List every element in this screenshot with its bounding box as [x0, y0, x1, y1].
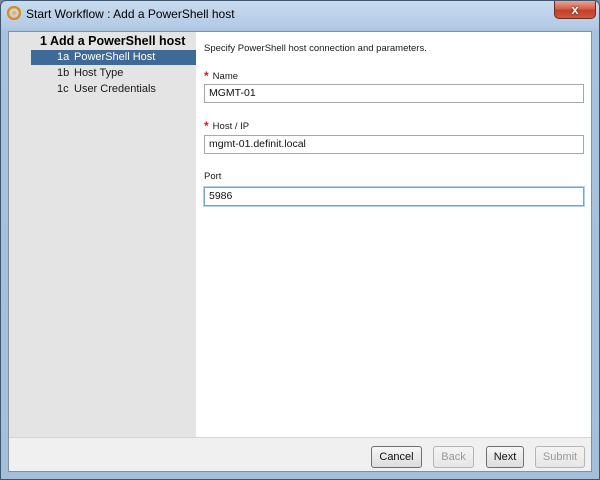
- step-number: 1a: [57, 51, 70, 63]
- form-panel: Specify PowerShell host connection and p…: [196, 32, 591, 437]
- required-asterisk-icon: *: [204, 119, 209, 133]
- dialog-client-area: 1 Add a PowerShell host 1a PowerShell Ho…: [8, 31, 592, 472]
- step-label: PowerShell Host: [74, 51, 156, 63]
- host-ip-label: * Host / IP: [204, 118, 250, 133]
- close-icon: x: [571, 2, 579, 17]
- orchestrator-icon: [6, 5, 22, 21]
- instruction-text: Specify PowerShell host connection and p…: [204, 43, 427, 54]
- host-ip-field[interactable]: mgmt-01.definit.local: [204, 135, 584, 154]
- window-title: Start Workflow : Add a PowerShell host: [26, 7, 235, 21]
- name-label: * Name: [204, 68, 239, 83]
- step-navigation-panel: 1 Add a PowerShell host 1a PowerShell Ho…: [9, 32, 196, 437]
- step-label: Host Type: [74, 67, 124, 79]
- name-field[interactable]: MGMT-01: [204, 84, 584, 103]
- next-button[interactable]: Next: [486, 446, 524, 468]
- close-button[interactable]: x: [554, 1, 596, 19]
- required-asterisk-icon: *: [204, 69, 209, 83]
- step-item-host-type[interactable]: 1b Host Type: [31, 66, 196, 81]
- cancel-button[interactable]: Cancel: [371, 446, 422, 468]
- step-number: 1b: [57, 67, 70, 79]
- title-bar[interactable]: Start Workflow : Add a PowerShell host x: [1, 1, 599, 27]
- step-number: 1c: [57, 83, 69, 95]
- step-item-user-credentials[interactable]: 1c User Credentials: [31, 82, 196, 97]
- button-bar: Cancel Back Next Submit: [9, 437, 591, 471]
- workflow-dialog-window: Start Workflow : Add a PowerShell host x…: [0, 0, 600, 480]
- submit-button[interactable]: Submit: [535, 446, 585, 468]
- host-ip-label-text: Host / IP: [212, 121, 250, 132]
- port-field[interactable]: 5986: [204, 187, 584, 206]
- port-label: Port: [204, 171, 222, 182]
- step-title: 1 Add a PowerShell host: [40, 34, 186, 48]
- back-button[interactable]: Back: [433, 446, 474, 468]
- step-item-powershell-host[interactable]: 1a PowerShell Host: [31, 50, 196, 65]
- step-label: User Credentials: [74, 83, 156, 95]
- name-label-text: Name: [212, 71, 239, 82]
